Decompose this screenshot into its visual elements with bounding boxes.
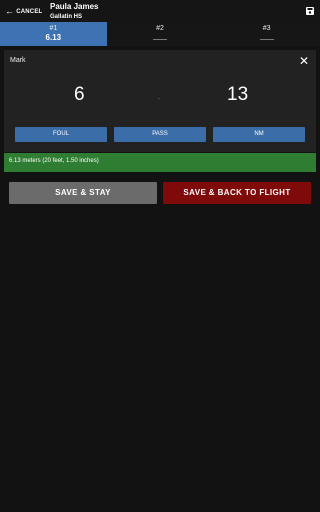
athlete-name: Paula James	[50, 2, 99, 11]
cancel-button[interactable]: ← CANCEL	[5, 6, 42, 18]
athlete-school: Gallatin HS	[50, 14, 83, 20]
foul-button[interactable]: FOUL	[15, 127, 107, 142]
empty-mark-line	[153, 39, 167, 40]
pass-button[interactable]: PASS	[114, 127, 206, 142]
save-and-back-button[interactable]: SAVE & BACK TO FLIGHT	[163, 182, 311, 204]
nm-button[interactable]: NM	[213, 127, 305, 142]
tab-label: #1	[49, 25, 58, 32]
result-bar: 6.13 meters (20 feet, 1.50 inches)	[4, 153, 316, 172]
tab-value: 6.13	[45, 33, 62, 42]
attempt-tabs: #1 6.13 #2 #3	[0, 22, 320, 46]
mark-panel: Mark ✕ 6 . 13 FOUL PASS NM	[4, 50, 316, 152]
decimal-separator: .	[158, 94, 160, 101]
mark-whole-value[interactable]: 6	[74, 84, 85, 106]
cancel-label: CANCEL	[16, 9, 43, 15]
tab-attempt-1[interactable]: #1 6.13	[0, 22, 107, 46]
tab-label: #2	[156, 25, 164, 32]
tab-label: #3	[262, 25, 271, 32]
empty-mark-line	[259, 39, 274, 40]
tab-attempt-3[interactable]: #3	[213, 22, 320, 46]
top-bar: ← CANCEL Paula James Gallatin HS	[0, 0, 320, 22]
close-icon[interactable]: ✕	[299, 55, 309, 67]
athlete-info: Paula James Gallatin HS	[50, 2, 98, 21]
arrow-left-icon: ←	[5, 6, 15, 16]
save-and-stay-button[interactable]: SAVE & STAY	[9, 182, 157, 204]
tab-attempt-2[interactable]: #2	[107, 22, 214, 46]
mark-option-buttons: FOUL PASS NM	[15, 127, 305, 142]
result-text: 6.13 meters (20 feet, 1.50 inches)	[9, 158, 99, 164]
panel-title: Mark	[10, 57, 26, 64]
floppy-disk-icon[interactable]	[306, 7, 314, 15]
mark-fraction-value[interactable]: 13	[227, 84, 248, 106]
